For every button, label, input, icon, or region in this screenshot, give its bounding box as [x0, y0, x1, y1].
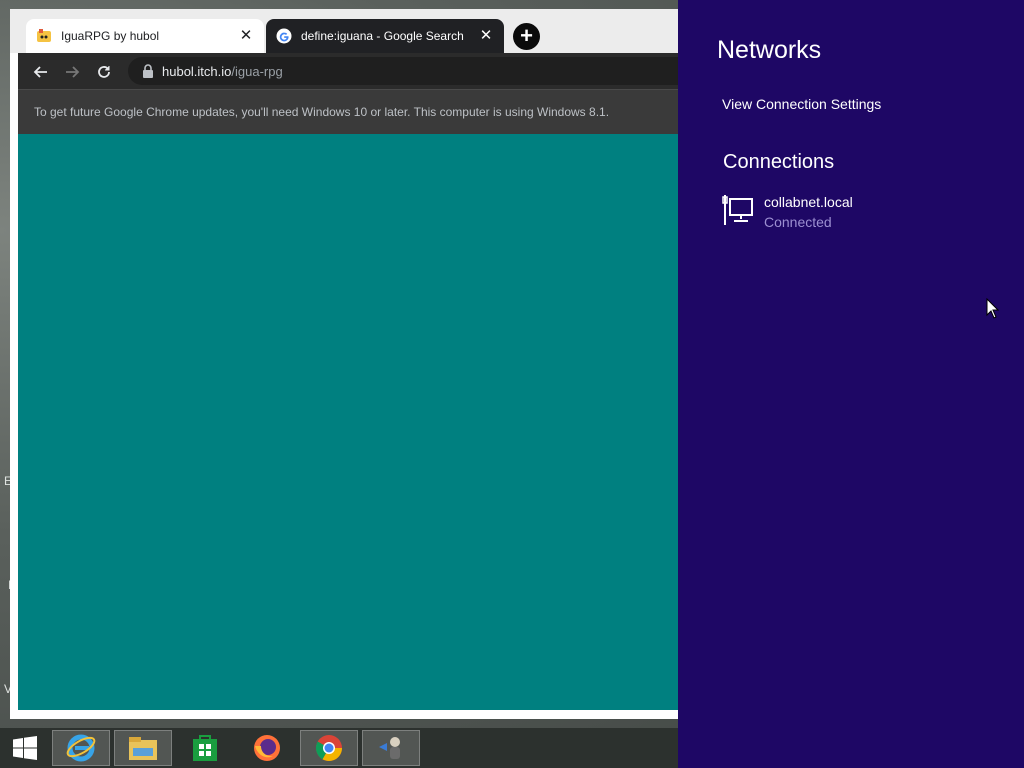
tab-iguarpg[interactable]: IguaRPG by hubol ✕ — [26, 19, 264, 53]
tab-strip: IguaRPG by hubol ✕ define:iguana - Googl… — [10, 9, 710, 53]
windows-store-icon[interactable] — [176, 730, 234, 766]
networks-panel: Networks View Connection Settings Connec… — [678, 0, 1024, 768]
view-connection-settings-link[interactable]: View Connection Settings — [722, 96, 881, 112]
url-path: /igua-rpg — [231, 63, 283, 79]
wired-network-icon — [722, 195, 753, 225]
update-infobar: To get future Google Chrome updates, you… — [18, 89, 710, 134]
file-explorer-icon[interactable] — [114, 730, 172, 766]
remote-desktop-icon[interactable] — [362, 730, 420, 766]
address-bar[interactable]: hubol.itch.io/igua-rpg — [128, 57, 710, 85]
panel-title: Networks — [717, 36, 822, 64]
infobar-text: To get future Google Chrome updates, you… — [34, 105, 610, 119]
itch-favicon-icon — [37, 29, 51, 42]
chrome-icon[interactable] — [300, 730, 358, 766]
chrome-window: IguaRPG by hubol ✕ define:iguana - Googl… — [10, 9, 710, 719]
new-tab-button[interactable]: + — [513, 23, 540, 50]
connection-item[interactable]: collabnet.local Connected — [722, 193, 982, 237]
back-arrow-icon[interactable] — [30, 61, 52, 83]
tab-title: define:iguana - Google Search — [301, 29, 464, 43]
tab-title: IguaRPG by hubol — [61, 29, 160, 43]
reload-icon[interactable] — [93, 61, 115, 83]
internet-explorer-icon[interactable] — [52, 730, 110, 766]
google-favicon-icon — [276, 28, 292, 44]
tab-google-search[interactable]: define:iguana - Google Search ✕ — [266, 19, 504, 53]
browser-toolbar: hubol.itch.io/igua-rpg — [18, 53, 710, 89]
close-tab-icon[interactable]: ✕ — [238, 28, 254, 44]
connection-name: collabnet.local — [764, 194, 853, 210]
mouse-pointer-icon — [986, 298, 1000, 319]
connection-text: collabnet.local Connected — [764, 193, 853, 237]
forward-arrow-icon[interactable] — [61, 61, 83, 83]
url-host: hubol.itch.io — [162, 63, 232, 79]
windows-start-icon[interactable] — [0, 730, 50, 766]
game-canvas[interactable] — [18, 134, 710, 710]
connections-heading: Connections — [723, 151, 835, 173]
connection-status: Connected — [764, 214, 832, 230]
firefox-icon[interactable] — [238, 730, 296, 766]
close-tab-icon[interactable]: ✕ — [478, 28, 494, 44]
lock-icon[interactable] — [142, 64, 154, 78]
